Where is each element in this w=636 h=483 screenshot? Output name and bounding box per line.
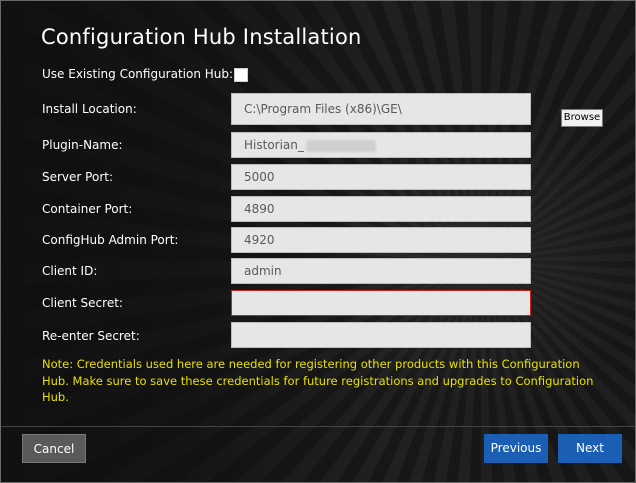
reenter-secret-field[interactable]: [231, 322, 531, 348]
install-location-label: Install Location:: [42, 102, 137, 116]
install-location-field[interactable]: C:\Program Files (x86)\GE\: [231, 93, 531, 125]
plugin-name-field[interactable]: Historian_: [231, 132, 531, 158]
server-port-label: Server Port:: [42, 170, 113, 184]
use-existing-label: Use Existing Configuration Hub:: [42, 67, 234, 81]
next-button[interactable]: Next: [558, 434, 622, 463]
page-title: Configuration Hub Installation: [41, 25, 362, 49]
browse-button[interactable]: Browse: [561, 109, 603, 127]
plugin-name-value: Historian_: [244, 138, 304, 152]
previous-button[interactable]: Previous: [484, 434, 548, 463]
footer-divider: [1, 426, 635, 427]
installer-window: Configuration Hub Installation Use Exist…: [0, 0, 636, 483]
use-existing-checkbox[interactable]: [234, 68, 248, 82]
redacted-text: [305, 139, 376, 152]
client-id-field[interactable]: admin: [231, 258, 531, 284]
server-port-field[interactable]: 5000: [231, 164, 531, 190]
container-port-label: Container Port:: [42, 202, 133, 216]
plugin-name-label: Plugin-Name:: [42, 138, 123, 152]
cancel-button[interactable]: Cancel: [22, 434, 86, 463]
reenter-secret-label: Re-enter Secret:: [42, 329, 140, 343]
client-secret-field[interactable]: [231, 290, 531, 316]
container-port-field[interactable]: 4890: [231, 196, 531, 222]
credentials-note: Note: Credentials used here are needed f…: [42, 357, 594, 404]
client-id-label: Client ID:: [42, 264, 98, 278]
client-secret-label: Client Secret:: [42, 296, 123, 310]
confighub-admin-port-field[interactable]: 4920: [231, 227, 531, 253]
confighub-admin-port-label: ConfigHub Admin Port:: [42, 233, 179, 247]
